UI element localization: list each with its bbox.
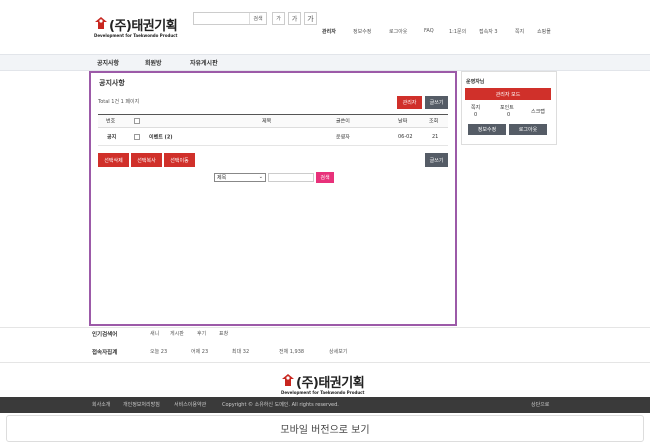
popular-title: 인기검색어 [92, 332, 118, 338]
nav-edit-profile[interactable]: 정보수정 [353, 28, 371, 35]
row-date: 06-02 [398, 133, 413, 140]
search-field-value: 제목 [217, 175, 227, 181]
popular-item[interactable]: 게시판 [170, 330, 184, 337]
row-number: 공지 [107, 134, 117, 140]
row-subject[interactable]: 이벤트 (2) [149, 133, 173, 140]
table-row[interactable]: 공지 이벤트 (2) 운영자 06-02 21 [98, 128, 448, 146]
footer-link-terms[interactable]: 서비스이용약관 [174, 401, 206, 408]
section-divider [0, 327, 650, 328]
section-divider [0, 362, 650, 363]
stat-memo-label[interactable]: 쪽지 [471, 104, 480, 111]
visitors-title: 접속자집계 [92, 350, 118, 356]
write-button-top[interactable]: 글쓰기 [425, 96, 448, 109]
board-table-header: 번호 제목 글쓴이 날짜 조회 [98, 114, 448, 128]
nav-inquiry[interactable]: 1:1문의 [449, 28, 466, 35]
mobile-version-link[interactable]: 모바일 버전으로 보기 [0, 422, 650, 440]
select-all-checkbox[interactable] [134, 118, 140, 124]
sidebar-username: 운영자님 [466, 79, 485, 85]
menu-free-board[interactable]: 자유게시판 [190, 58, 218, 67]
board-total: Total 1건 1 페이지 [98, 99, 140, 105]
menu-members[interactable]: 회원방 [145, 58, 162, 67]
row-author: 운영자 [336, 134, 350, 140]
visitors-detail-link[interactable]: 상세보기 [329, 348, 347, 355]
footer-copyright: Copyright © 소유하신 도메인. All rights reserve… [222, 402, 339, 408]
header-search-button[interactable]: 검색 [249, 13, 266, 24]
header-search: 검색 [193, 12, 267, 25]
footer-logo-text: (주)태권기획 [296, 376, 365, 391]
copy-selected-button[interactable]: 선택복사 [131, 153, 162, 167]
footer-top-link[interactable]: 상단으로 [531, 401, 549, 408]
stat-scrap-label[interactable]: 스크랩 [531, 108, 545, 115]
search-field-select[interactable]: 제목 ⌄ [214, 173, 266, 182]
visitors-today: 오늘 23 [150, 349, 168, 355]
menu-notice[interactable]: 공지사항 [97, 58, 119, 67]
board-content-frame [89, 71, 457, 326]
sidebar-edit-button[interactable]: 정보수정 [468, 124, 506, 135]
nav-visitors[interactable]: 접속자 3 [479, 28, 498, 35]
stat-point-label[interactable]: 포인트 [500, 104, 514, 111]
popular-item[interactable]: 후기 [197, 330, 206, 337]
popular-item[interactable]: 표창 [219, 330, 228, 337]
footer-logo: (주)태권기획 Development for Taekwondo Produc… [281, 371, 373, 397]
col-subject: 제목 [262, 118, 272, 125]
stat-point-value: 0 [507, 112, 511, 118]
row-views: 21 [432, 133, 439, 140]
sidebar-logout-button[interactable]: 로그아웃 [509, 124, 547, 135]
footer-logo-subtitle: Development for Taekwondo Product [281, 390, 365, 395]
nav-faq[interactable]: FAQ [424, 28, 434, 34]
chevron-down-icon: ⌄ [258, 174, 263, 180]
admin-button[interactable]: 관리자 [397, 96, 422, 109]
move-selected-button[interactable]: 선택이동 [164, 153, 195, 167]
header-search-input[interactable] [194, 13, 250, 24]
stat-memo-value: 0 [474, 112, 478, 118]
write-button-bottom[interactable]: 글쓰기 [425, 153, 448, 167]
board-title: 공지사항 [99, 79, 125, 87]
visitors-total: 전체 1,938 [279, 349, 305, 355]
nav-admin[interactable]: 관리자 [322, 28, 336, 35]
taekwondo-logo-icon [95, 17, 107, 29]
col-views: 조회 [429, 118, 439, 125]
font-size-large-button[interactable]: 가 [304, 12, 317, 25]
board-search-input[interactable] [268, 173, 314, 182]
col-number: 번호 [106, 118, 116, 125]
footer-link-privacy[interactable]: 개인정보처리방침 [123, 401, 160, 408]
font-size-medium-button[interactable]: 가 [288, 12, 301, 25]
nav-memo[interactable]: 쪽지 [515, 28, 524, 35]
visitors-yesterday: 어제 23 [191, 349, 209, 355]
nav-logout[interactable]: 로그아웃 [389, 28, 407, 35]
popular-item[interactable]: 새니 [150, 330, 159, 337]
col-date: 날짜 [398, 118, 408, 125]
admin-mode-button[interactable]: 관리자 모드 [465, 88, 551, 100]
delete-selected-button[interactable]: 선택삭제 [98, 153, 129, 167]
logo-subtitle: Development for Taekwondo Product [94, 33, 178, 38]
taekwondo-logo-icon [282, 374, 294, 386]
col-author: 글쓴이 [336, 118, 350, 125]
site-logo[interactable]: (주)태권기획 Development for Taekwondo Produc… [94, 14, 186, 40]
row-checkbox[interactable] [134, 133, 140, 140]
footer-link-about[interactable]: 회사소개 [92, 401, 110, 408]
board-search-button[interactable]: 검색 [316, 172, 334, 183]
logo-text: (주)태권기획 [109, 19, 178, 34]
font-size-small-button[interactable]: 가 [272, 12, 285, 25]
visitors-max: 최대 32 [232, 349, 250, 355]
nav-shop[interactable]: 쇼핑몰 [537, 28, 551, 35]
